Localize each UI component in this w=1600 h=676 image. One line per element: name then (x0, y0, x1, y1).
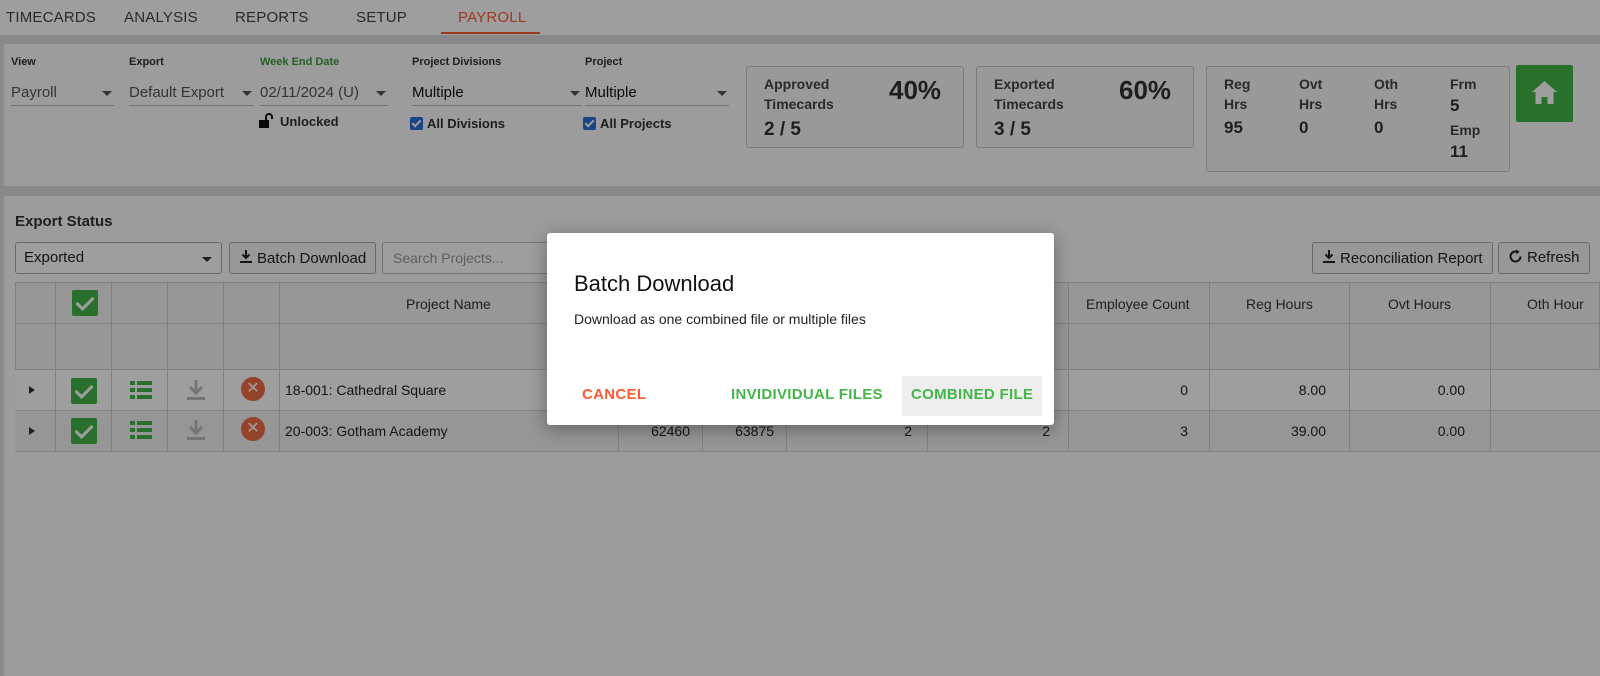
cancel-button[interactable]: CANCEL (573, 376, 655, 416)
batch-download-dialog: Batch Download Download as one combined … (547, 233, 1054, 425)
combined-file-button[interactable]: COMBINED FILE (902, 376, 1043, 416)
individual-files-button[interactable]: INVIDIVIDUAL FILES (722, 376, 892, 416)
dialog-title: Batch Download (574, 271, 735, 296)
dialog-message: Download as one combined file or multipl… (574, 311, 866, 327)
